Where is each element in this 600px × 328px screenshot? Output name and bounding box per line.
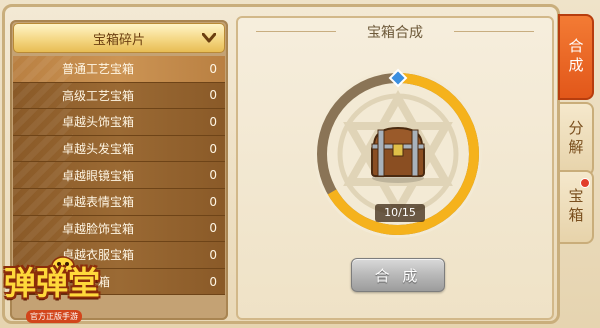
item-count: 0 bbox=[209, 61, 217, 76]
list-item[interactable]: 卓越脸饰宝箱 0 bbox=[13, 215, 225, 243]
chevron-down-icon bbox=[200, 29, 218, 47]
item-count: 0 bbox=[209, 221, 217, 236]
item-name: 卓越头饰宝箱 bbox=[61, 115, 134, 130]
list-item[interactable]: 卓越表情宝箱 0 bbox=[13, 188, 225, 216]
item-count: 0 bbox=[209, 194, 217, 209]
item-count: 0 bbox=[209, 247, 217, 262]
game-window: 宝箱碎片 普通工艺宝箱 0 高级工艺宝箱 0 卓越头饰宝箱 0 卓越头发宝箱 0 卓越眼镜宝箱 0… bbox=[0, 0, 600, 328]
item-name: 高级工艺宝箱 bbox=[61, 88, 134, 103]
logo-subtitle: 官方正版手游 bbox=[26, 310, 82, 323]
list-item[interactable]: 高级工艺宝箱 0 bbox=[13, 82, 225, 110]
tab-chest[interactable]: 宝箱 bbox=[558, 170, 594, 244]
dropdown-label: 宝箱碎片 bbox=[92, 32, 145, 48]
notification-dot bbox=[580, 178, 590, 188]
list-item[interactable]: 卓越头饰宝箱 0 bbox=[13, 109, 225, 136]
tab-label: 分解 bbox=[566, 120, 585, 158]
item-count: 0 bbox=[209, 114, 217, 129]
item-count: 0 bbox=[209, 274, 217, 289]
panel-title: 宝箱合成 bbox=[367, 25, 423, 41]
item-name: 卓越眼镜宝箱 bbox=[61, 168, 134, 183]
title-divider bbox=[454, 31, 534, 32]
progress-count: 10/15 bbox=[375, 204, 425, 222]
list-item[interactable]: 卓越头发宝箱 0 bbox=[13, 135, 225, 163]
list-item[interactable]: 卓越眼镜宝箱 0 bbox=[13, 162, 225, 189]
tab-label: 宝箱 bbox=[566, 188, 585, 226]
item-name: 卓越头发宝箱 bbox=[61, 142, 134, 157]
compose-button[interactable]: 合 成 bbox=[351, 258, 445, 292]
tab-compose[interactable]: 合成 bbox=[558, 14, 594, 100]
list-item[interactable]: 普通工艺宝箱 0 bbox=[13, 56, 225, 83]
item-count: 0 bbox=[209, 88, 217, 103]
item-name: 卓越表情宝箱 bbox=[61, 195, 134, 210]
logo-title: 弹弹堂 bbox=[4, 264, 101, 302]
item-name: 普通工艺宝箱 bbox=[61, 62, 134, 77]
tab-decompose[interactable]: 分解 bbox=[558, 102, 594, 176]
game-logo: 弹弹堂 官方正版手游 bbox=[0, 254, 130, 328]
compose-panel: 宝箱合成 10/15 合 成 bbox=[236, 16, 554, 320]
item-count: 0 bbox=[209, 141, 217, 156]
item-count: 0 bbox=[209, 168, 217, 183]
category-dropdown[interactable]: 宝箱碎片 bbox=[13, 23, 225, 53]
item-name: 卓越脸饰宝箱 bbox=[61, 221, 134, 236]
treasure-chest-icon bbox=[371, 126, 425, 183]
tab-label: 合成 bbox=[566, 38, 585, 76]
compose-button-label: 合 成 bbox=[374, 266, 422, 285]
